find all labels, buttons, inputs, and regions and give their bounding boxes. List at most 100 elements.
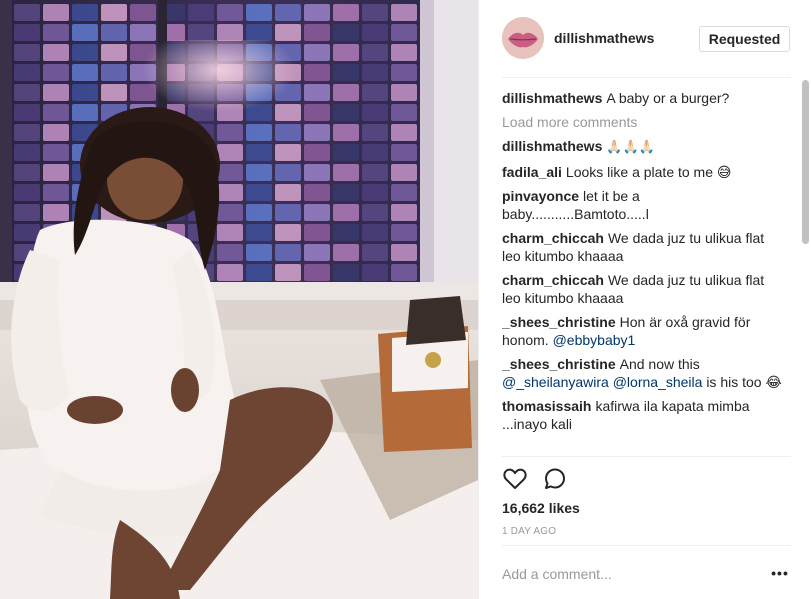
follow-status-button[interactable]: Requested [699,26,790,52]
likes-count[interactable]: 16,662 likes [502,500,580,516]
glass-block-tile [188,4,214,21]
glass-block-tile [246,224,272,241]
post-header: dillishmathews Requested [479,0,811,78]
glass-block-tile [246,184,272,201]
comment-mention-link[interactable]: @_sheilanyawira @lorna_sheila [502,374,702,390]
glass-block-tile [391,184,417,201]
comment-author[interactable]: charm_chiccah [502,272,604,288]
comment-author[interactable]: dillishmathews [502,138,602,154]
glass-block-tile [362,24,388,41]
comment-author[interactable]: pinvayonce [502,188,579,204]
post-timestamp[interactable]: 1 DAY AGO [502,526,556,537]
comments-list: dillishmathews A baby or a burger? Load m… [502,89,785,455]
glass-block-tile [391,124,417,141]
heart-icon[interactable] [502,466,528,492]
glass-block-tile [14,204,40,221]
glass-block-tile [217,184,243,201]
comment-author[interactable]: fadila_ali [502,164,562,180]
glass-block-tile [275,204,301,221]
glass-block-tile [391,104,417,121]
comment-author[interactable]: _shees_christine [502,314,616,330]
instagram-post-modal: dillishmathews Requested dillishmathews A… [0,0,811,599]
comment-icon[interactable] [542,466,568,492]
composer-divider [502,545,791,546]
post-photo[interactable] [0,0,478,599]
glass-block-tile [130,4,156,21]
glass-block-tile [72,44,98,61]
glass-block-tile [391,144,417,161]
glass-block-tile [391,264,417,281]
glass-block-tile [217,4,243,21]
comment-mention-link[interactable]: @ebbybaby1 [553,332,636,348]
glass-block-tile [72,24,98,41]
add-comment-input[interactable] [502,564,757,584]
glass-block-tile [246,264,272,281]
glass-block-tile [362,224,388,241]
comments-scrollbar[interactable] [802,80,809,244]
comment-text-after: is his too 😂 [706,374,782,390]
comment-author[interactable]: charm_chiccah [502,230,604,246]
comment-author[interactable]: _shees_christine [502,356,616,372]
glass-block-tile [391,4,417,21]
glass-block-tile [333,244,359,261]
glass-block-tile [362,184,388,201]
actions-divider [502,456,791,457]
glass-block-tile [333,204,359,221]
glass-block-tile [333,4,359,21]
comment-item: charm_chiccah We dada juz tu ulikua flat … [502,229,785,265]
post-username[interactable]: dillishmathews [554,30,654,46]
glass-block-tile [101,24,127,41]
glass-block-tile [43,24,69,41]
glass-block-tile [362,264,388,281]
glass-block-tile [275,4,301,21]
glass-block-tile [362,84,388,101]
comment-text: Looks like a plate to me 😅 [565,164,732,180]
glass-block-tile [217,204,243,221]
comment-author[interactable]: thomasissaih [502,398,591,414]
glass-block-tile [362,104,388,121]
glass-block-tile [391,44,417,61]
caption-text: A baby or a burger? [606,90,730,106]
glass-block-tile [362,124,388,141]
glass-block-tile [14,104,40,121]
comment-item: charm_chiccah We dada juz tu ulikua flat … [502,271,785,307]
glass-block-tile [43,184,69,201]
glass-block-tile [43,4,69,21]
glass-block-tile [188,24,214,41]
glass-block-tile [362,64,388,81]
glass-block-tile [362,144,388,161]
glass-block-tile [362,164,388,181]
avatar[interactable] [502,17,544,59]
glass-block-tile [14,84,40,101]
glass-block-tile [333,184,359,201]
glass-block-tile [333,264,359,281]
glass-block-tile [130,24,156,41]
glass-block-tile [275,24,301,41]
glass-block-tile [246,204,272,221]
glass-block-tile [275,244,301,261]
glass-block-tile [217,24,243,41]
glass-block-tile [72,84,98,101]
glass-block-tile [217,224,243,241]
glass-block-tile [246,244,272,261]
glass-block-tile [391,164,417,181]
glass-block-tile [304,4,330,21]
glass-block-tile [14,224,40,241]
glass-block-tile [14,164,40,181]
glass-block-tile [14,64,40,81]
glass-block-tile [362,204,388,221]
comment-item: dillishmathews 🙏🏻🙏🏻🙏🏻 [502,137,785,157]
glass-block-tile [14,24,40,41]
glass-block-tile [101,4,127,21]
glass-block-tile [391,244,417,261]
glass-block-tile [275,224,301,241]
glass-block-tile [391,204,417,221]
load-more-comments-button[interactable]: Load more comments [502,113,785,131]
glass-block-tile [391,224,417,241]
comment-item: _shees_christine Hon är oxå gravid för ho… [502,313,785,349]
post-details-panel: dillishmathews Requested dillishmathews A… [478,0,811,599]
more-options-button[interactable]: ••• [769,564,791,584]
glass-block-tile [333,24,359,41]
caption-author[interactable]: dillishmathews [502,90,602,106]
glass-block-tile [362,244,388,261]
